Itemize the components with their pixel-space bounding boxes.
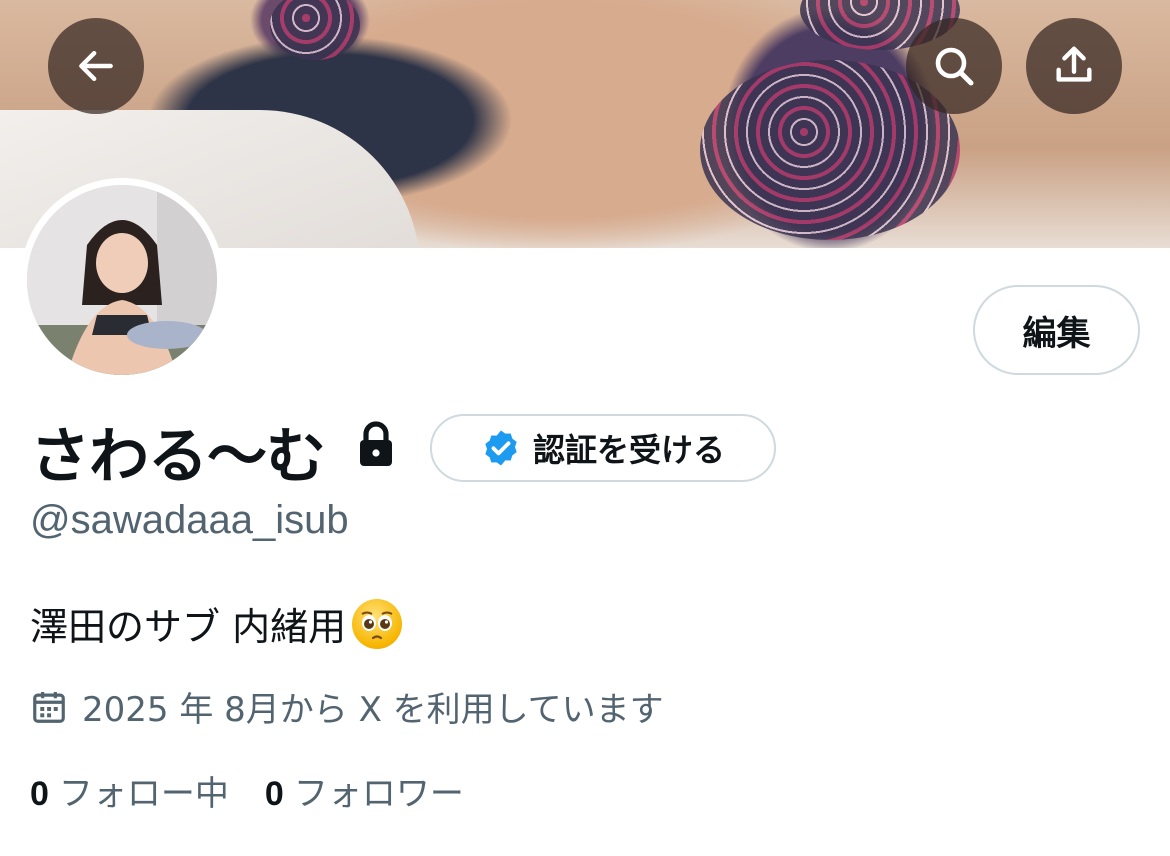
get-verified-button[interactable]: 認証を受ける [430, 414, 776, 482]
following-count: 0 [30, 775, 49, 813]
banner-pattern-left [270, 0, 360, 60]
share-button[interactable] [1026, 18, 1122, 114]
search-icon [935, 47, 974, 86]
bio: 澤田のサブ 内緒用 [30, 596, 403, 651]
arrow-left-icon [79, 50, 113, 82]
user-handle: @sawadaaa_isub [30, 498, 349, 542]
followers-count: 0 [264, 775, 284, 813]
bio-text: 澤田のサブ 内緒用 [30, 605, 347, 649]
followers-link[interactable]: 0 フォロワー [265, 766, 464, 815]
edit-profile-button[interactable]: 編集 [973, 285, 1140, 375]
avatar-illustration [27, 185, 217, 375]
pleading-face-emoji [352, 598, 403, 649]
following-link[interactable]: 0 フォロー中 [30, 766, 229, 815]
calendar-icon [33, 691, 65, 723]
back-button[interactable] [48, 18, 144, 114]
following-label: フォロー中 [58, 774, 229, 814]
search-button[interactable] [906, 18, 1002, 114]
followers-label: フォロワー [293, 774, 464, 814]
joined-date: 2025 年 8月から X を利用しています [30, 682, 664, 731]
joined-text: 2025 年 8月から X を利用しています [82, 690, 664, 730]
avatar-photo [27, 185, 217, 375]
verified-badge-icon [485, 430, 517, 466]
get-verified-label: 認証を受ける [532, 431, 725, 469]
avatar[interactable] [20, 178, 224, 382]
share-icon [1056, 46, 1092, 82]
follow-stats: 0 フォロー中 0 フォロワー [30, 766, 464, 815]
display-name: さわる〜む [30, 422, 326, 492]
lock-icon [360, 421, 392, 466]
